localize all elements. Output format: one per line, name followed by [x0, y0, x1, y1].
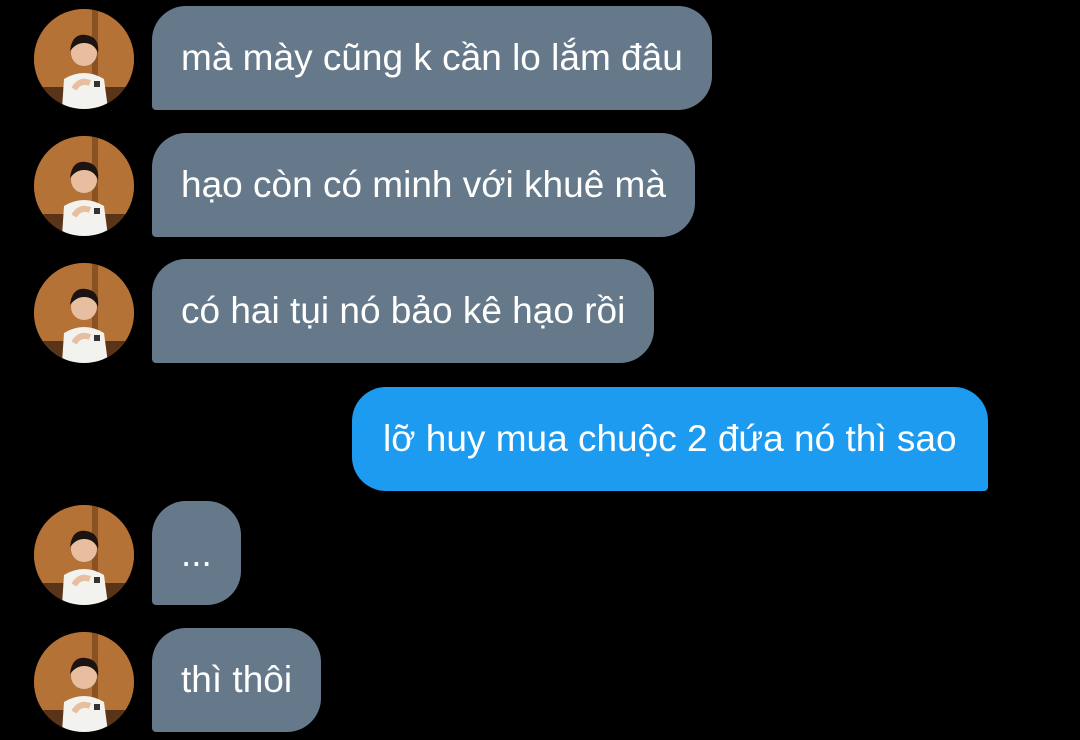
contact-avatar[interactable] [34, 632, 134, 732]
message-bubble-outgoing[interactable]: lỡ huy mua chuộc 2 đứa nó thì sao [352, 387, 988, 491]
avatar-photo-icon [34, 263, 134, 363]
message-text: có hai tụi nó bảo kê hạo rồi [181, 290, 626, 331]
message-text: thì thôi [181, 659, 293, 700]
contact-avatar[interactable] [34, 505, 134, 605]
contact-avatar[interactable] [34, 9, 134, 109]
avatar-photo-icon [34, 136, 134, 236]
message-bubble-incoming[interactable]: ... [152, 501, 241, 605]
message-bubble-incoming[interactable]: thì thôi [152, 628, 322, 732]
message-text: mà mày cũng k cần lo lắm đâu [181, 37, 683, 78]
message-bubble-incoming[interactable]: có hai tụi nó bảo kê hạo rồi [152, 259, 655, 363]
avatar-photo-icon [34, 505, 134, 605]
message-text: lỡ huy mua chuộc 2 đứa nó thì sao [383, 418, 957, 459]
avatar-photo-icon [34, 9, 134, 109]
contact-avatar[interactable] [34, 136, 134, 236]
contact-avatar[interactable] [34, 263, 134, 363]
message-text: ... [181, 533, 212, 574]
message-bubble-incoming[interactable]: mà mày cũng k cần lo lắm đâu [152, 6, 712, 110]
avatar-photo-icon [34, 632, 134, 732]
message-text: hạo còn có minh với khuê mà [181, 164, 666, 205]
message-bubble-incoming[interactable]: hạo còn có minh với khuê mà [152, 133, 695, 237]
